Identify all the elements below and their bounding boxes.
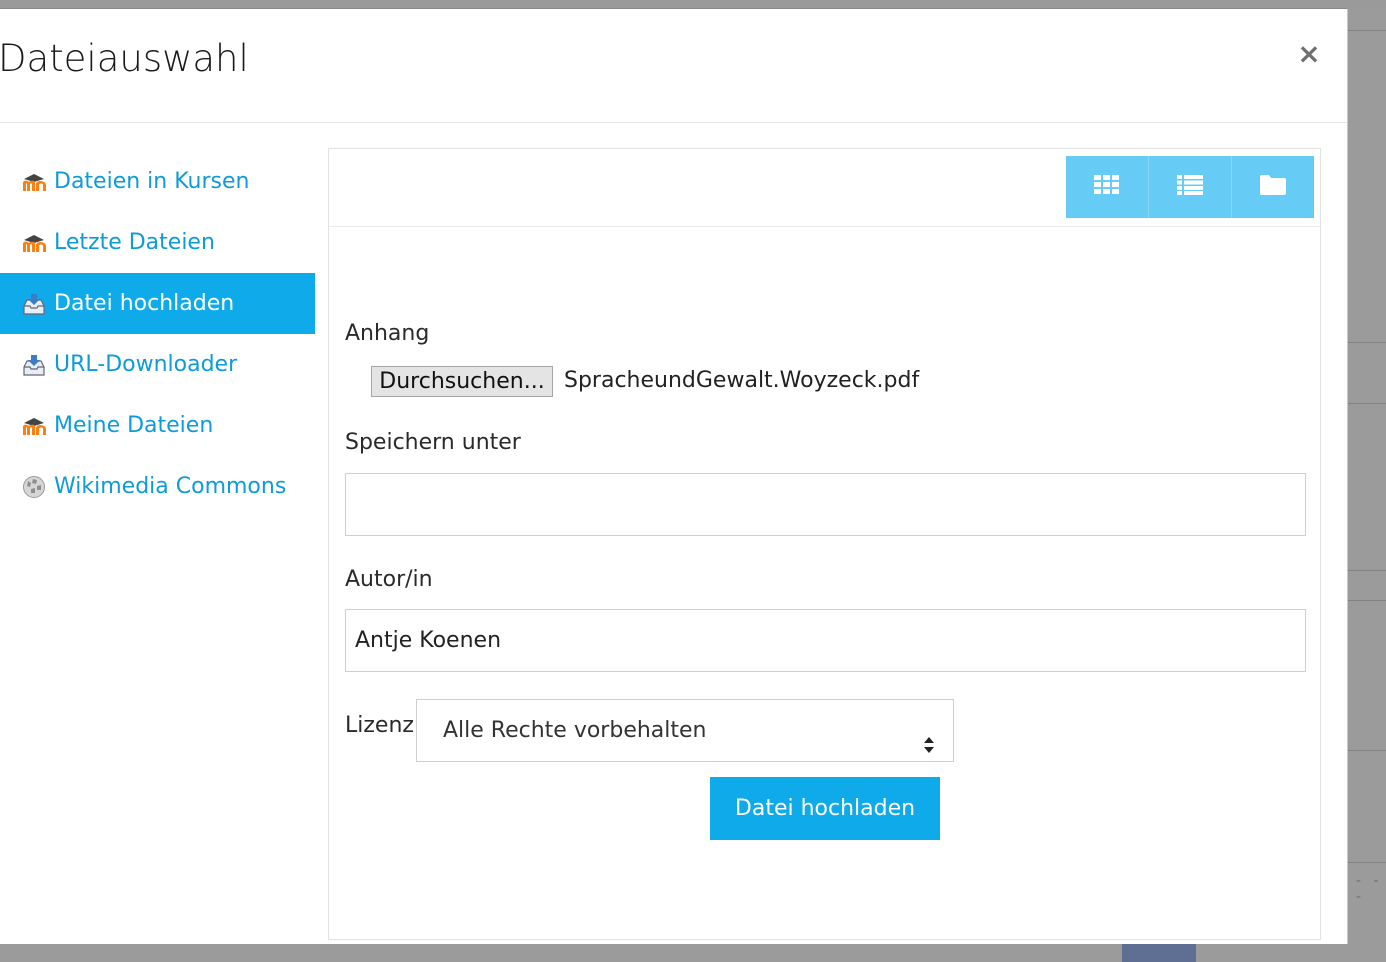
sidebar-item-course-files[interactable]: Dateien in Kursen <box>0 151 315 212</box>
wikimedia-icon <box>20 475 47 498</box>
sidebar-item-my-files[interactable]: Meine Dateien <box>0 395 315 456</box>
background-divider <box>1347 862 1386 863</box>
background-divider <box>1347 403 1386 404</box>
list-view-icon <box>1177 175 1203 199</box>
select-arrows-icon <box>923 719 935 753</box>
sidebar-item-url-downloader[interactable]: URL-Downloader <box>0 334 315 395</box>
sidebar-item-label: URL-Downloader <box>54 352 238 377</box>
repository-sidebar: Dateien in Kursen Letzte Dateien Datei h… <box>0 151 315 517</box>
dialog-title: Dateiauswahl <box>0 37 249 80</box>
background-dashes: - - - <box>1356 873 1383 905</box>
sidebar-item-label: Dateien in Kursen <box>54 169 250 194</box>
sidebar-item-recent-files[interactable]: Letzte Dateien <box>0 212 315 273</box>
author-label: Autor/in <box>345 567 433 592</box>
background-page <box>1347 8 1386 962</box>
moodle-icon <box>20 232 47 254</box>
close-button[interactable]: × <box>1294 37 1324 71</box>
background-element <box>1122 944 1196 962</box>
moodle-icon <box>20 171 47 193</box>
folder-view-button[interactable] <box>1232 156 1314 218</box>
selected-file-name: SpracheundGewalt.Woyzeck.pdf <box>564 368 920 393</box>
dialog-header: Dateiauswahl × <box>0 9 1347 123</box>
moodle-icon <box>20 415 47 437</box>
background-divider <box>1347 342 1386 343</box>
file-picker-dialog: Dateiauswahl × Dateien in Kursen Letzte … <box>0 9 1348 944</box>
panel-toolbar <box>329 149 1320 227</box>
background-divider <box>1347 600 1386 601</box>
author-input[interactable]: Antje Koenen <box>345 609 1306 672</box>
view-switcher <box>1066 156 1314 218</box>
sidebar-item-label: Wikimedia Commons <box>54 474 287 499</box>
grid-view-icon <box>1094 175 1120 199</box>
background-divider <box>1347 570 1386 571</box>
background-divider <box>1347 750 1386 751</box>
sidebar-item-label: Datei hochladen <box>54 291 235 316</box>
folder-view-icon <box>1260 175 1286 199</box>
sidebar-item-upload-file[interactable]: Datei hochladen <box>0 273 315 334</box>
background-top-bar <box>0 0 1386 8</box>
browse-button[interactable]: Durchsuchen... <box>371 366 553 397</box>
upload-icon <box>20 293 47 315</box>
grid-view-button[interactable] <box>1066 156 1149 218</box>
save-as-input[interactable] <box>345 473 1306 536</box>
upload-submit-button[interactable]: Datei hochladen <box>710 777 940 840</box>
sidebar-item-label: Letzte Dateien <box>54 230 215 255</box>
license-selected-value: Alle Rechte vorbehalten <box>443 718 707 743</box>
sidebar-item-label: Meine Dateien <box>54 413 214 438</box>
upload-panel: Anhang Durchsuchen... SpracheundGewalt.W… <box>328 148 1321 940</box>
license-select[interactable]: Alle Rechte vorbehalten <box>416 699 954 762</box>
list-view-button[interactable] <box>1149 156 1232 218</box>
attachment-label: Anhang <box>345 321 430 346</box>
close-icon: × <box>1297 37 1321 70</box>
license-label: Lizenz <box>345 713 414 738</box>
sidebar-item-wikimedia[interactable]: Wikimedia Commons <box>0 456 315 517</box>
background-divider <box>1347 30 1386 31</box>
save-as-label: Speichern unter <box>345 430 521 455</box>
download-icon <box>20 354 47 376</box>
